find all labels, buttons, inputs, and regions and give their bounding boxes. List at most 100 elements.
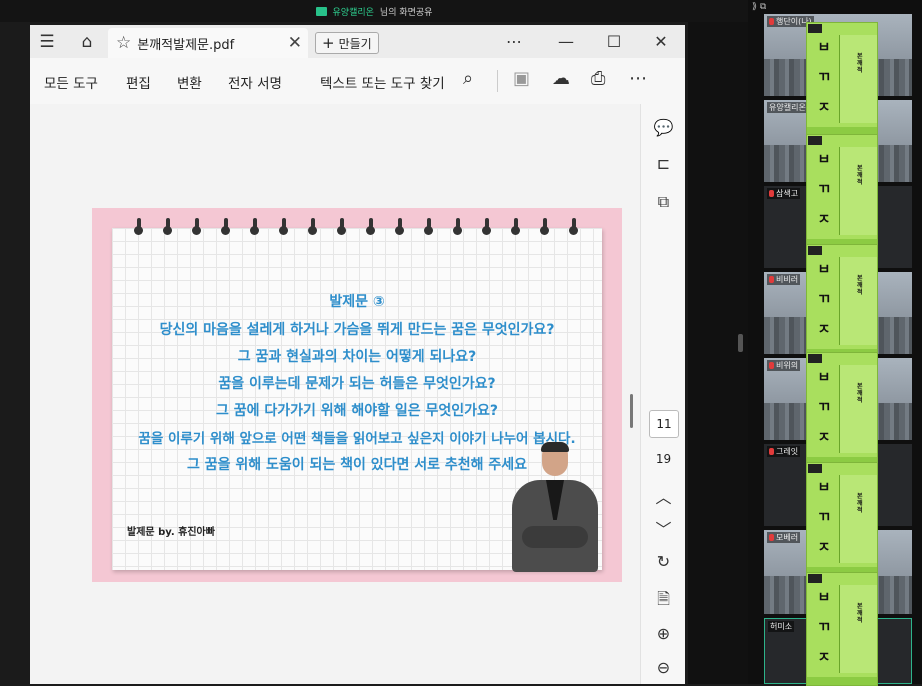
more-options-icon[interactable]: ⋯ xyxy=(500,25,528,58)
more-tools-icon[interactable]: ⋯ xyxy=(629,68,647,89)
book-cover-image: ㅂㄲㅈ 본깨적 xyxy=(806,22,878,136)
book-letter: ㄲ xyxy=(817,70,831,86)
minimize-icon[interactable]: — xyxy=(552,25,580,58)
book-cover-image: ㅂㄲㅈ 본깨적 xyxy=(806,572,878,686)
sidebar-controls[interactable]: ⟫ ⧉ xyxy=(752,2,766,12)
binder-ring xyxy=(192,218,201,240)
binder-ring xyxy=(308,218,317,240)
document-settings-icon[interactable]: 🗎 xyxy=(641,588,686,615)
edit-menu[interactable]: 편집 xyxy=(126,72,151,92)
share-suffix: 님의 화면공유 xyxy=(379,7,433,18)
mic-muted-icon xyxy=(769,190,774,197)
slide-question: 꿈을 이루는데 문제가 되는 허들은 무엇인가요? xyxy=(218,376,496,392)
book-cover-image: ㅂㄲㅈ 본깨적 xyxy=(806,244,878,358)
esign-menu[interactable]: 전자 서명 xyxy=(228,72,282,92)
title-bar: ☰ ⌂ ☆ 본깨적발제문.pdf ✕ + 만들기 ⋯ — ☐ ✕ xyxy=(30,25,685,58)
binder-ring xyxy=(366,218,375,240)
menu-icon[interactable]: ☰ xyxy=(30,25,64,58)
book-letter: ㅈ xyxy=(817,650,831,666)
document-canvas[interactable]: 발제문 ③ 당신의 마음을 설레게 하거나 가슴을 뛰게 만드는 꿈은 무엇인가… xyxy=(30,104,640,684)
main-toolbar: 모든 도구 편집 변환 전자 서명 텍스트 또는 도구 찾기 ⌕ ▣ ☁ ⎙ ⋯ xyxy=(30,58,685,104)
slide-byline: 발제문 by. 휴진아빠 xyxy=(127,527,215,538)
presenter-name: 유양캘리온 xyxy=(332,7,374,18)
star-icon[interactable]: ☆ xyxy=(116,33,131,53)
plus-icon: + xyxy=(322,34,335,52)
toolbar-divider xyxy=(497,70,498,92)
binder-ring xyxy=(482,218,491,240)
binder-ring xyxy=(337,218,346,240)
vertical-scrollbar[interactable] xyxy=(630,394,633,428)
save-icon[interactable]: ▣ xyxy=(513,68,530,89)
binder-ring xyxy=(569,218,578,240)
print-icon[interactable]: ⎙ xyxy=(591,68,605,89)
book-letter: ㅈ xyxy=(817,540,831,556)
book-letter: ㅈ xyxy=(817,430,831,446)
comment-icon[interactable]: 💬 xyxy=(641,118,686,137)
rotate-icon[interactable]: ↻ xyxy=(641,552,686,571)
pdf-viewer-window: ☰ ⌂ ☆ 본깨적발제문.pdf ✕ + 만들기 ⋯ — ☐ ✕ 모든 도구 편… xyxy=(30,25,685,684)
slide-question: 그 꿈에 다가가기 위해 해야할 일은 무엇인가요? xyxy=(215,403,499,419)
presenter-photo xyxy=(504,442,604,578)
right-tool-panel: 💬 ⊏ ⧉ 11 19 ︿ ﹀ ↻ 🗎 ⊕ ⊖ xyxy=(640,104,685,684)
book-letter: ㄲ xyxy=(817,510,831,526)
previous-page-icon[interactable]: ︿ xyxy=(641,484,686,508)
binder-ring xyxy=(163,218,172,240)
slide-title: 발제문 ③ xyxy=(329,294,385,310)
book-letter: ㅂ xyxy=(817,152,831,168)
binder-ring xyxy=(221,218,230,240)
close-window-icon[interactable]: ✕ xyxy=(647,25,675,58)
pdf-page-slide: 발제문 ③ 당신의 마음을 설레게 하거나 가슴을 뛰게 만드는 꿈은 무엇인가… xyxy=(92,208,622,582)
binder-ring xyxy=(395,218,404,240)
book-vertical-title: 본깨적 xyxy=(857,603,863,624)
book-letter: ㅂ xyxy=(817,262,831,278)
participant-name: 삼색고 xyxy=(776,189,799,198)
book-letter: ㅂ xyxy=(817,370,831,386)
mic-muted-icon xyxy=(769,276,774,283)
participant-name: 허미소 xyxy=(770,622,793,631)
convert-menu[interactable]: 변환 xyxy=(177,72,202,92)
maximize-icon[interactable]: ☐ xyxy=(600,25,628,58)
document-tab[interactable]: ☆ 본깨적발제문.pdf ✕ xyxy=(108,28,308,58)
binder-ring xyxy=(540,218,549,240)
search-icon[interactable]: ⌕ xyxy=(463,68,473,89)
binder-ring xyxy=(511,218,520,240)
book-letter: ㅈ xyxy=(817,322,831,338)
binder-ring xyxy=(424,218,433,240)
slide-question: 당신의 마음을 설레게 하거나 가슴을 뛰게 만드는 꿈은 무엇인가요? xyxy=(159,322,555,338)
current-page-field[interactable]: 11 xyxy=(649,410,679,438)
zoom-out-icon[interactable]: ⊖ xyxy=(641,658,686,677)
book-vertical-title: 본깨적 xyxy=(857,165,863,186)
mic-muted-icon xyxy=(769,534,774,541)
book-letter: ㄲ xyxy=(817,400,831,416)
book-letter: ㅈ xyxy=(817,212,831,228)
book-vertical-title: 본깨적 xyxy=(857,493,863,514)
new-create-button[interactable]: + 만들기 xyxy=(315,32,379,54)
mic-muted-icon xyxy=(769,18,774,25)
screen-share-icon xyxy=(315,6,327,16)
tab-title: 본깨적발제문.pdf xyxy=(137,37,235,53)
mic-muted-icon xyxy=(769,362,774,369)
participant-name: 그레잇 xyxy=(776,447,799,456)
book-letter: ㅂ xyxy=(817,40,831,56)
participant-name: 유양캘리온 xyxy=(769,103,806,112)
all-tools-menu[interactable]: 모든 도구 xyxy=(44,72,98,92)
book-letter: ㄲ xyxy=(817,182,831,198)
book-letter: ㄲ xyxy=(817,620,831,636)
book-vertical-title: 본깨적 xyxy=(857,383,863,404)
participant-name: 모베러 xyxy=(776,533,799,542)
participant-name: 비비러 xyxy=(776,275,799,284)
close-tab-icon[interactable]: ✕ xyxy=(288,33,302,53)
binder-ring xyxy=(134,218,143,240)
pages-icon[interactable]: ⧉ xyxy=(641,192,686,212)
cloud-upload-icon[interactable]: ☁ xyxy=(552,68,570,89)
home-icon[interactable]: ⌂ xyxy=(70,25,104,58)
zoom-in-icon[interactable]: ⊕ xyxy=(641,624,686,643)
next-page-icon[interactable]: ﹀ xyxy=(641,516,686,540)
screen-share-banner: 유양캘리온 님의 화면공유 xyxy=(0,0,748,22)
binder-ring xyxy=(279,218,288,240)
tool-search-field[interactable]: 텍스트 또는 도구 찾기 xyxy=(320,72,445,92)
bookmark-icon[interactable]: ⊏ xyxy=(641,154,686,173)
participant-name: 비위의 xyxy=(776,361,799,370)
book-vertical-title: 본깨적 xyxy=(857,275,863,296)
panel-resize-handle[interactable] xyxy=(738,334,743,352)
